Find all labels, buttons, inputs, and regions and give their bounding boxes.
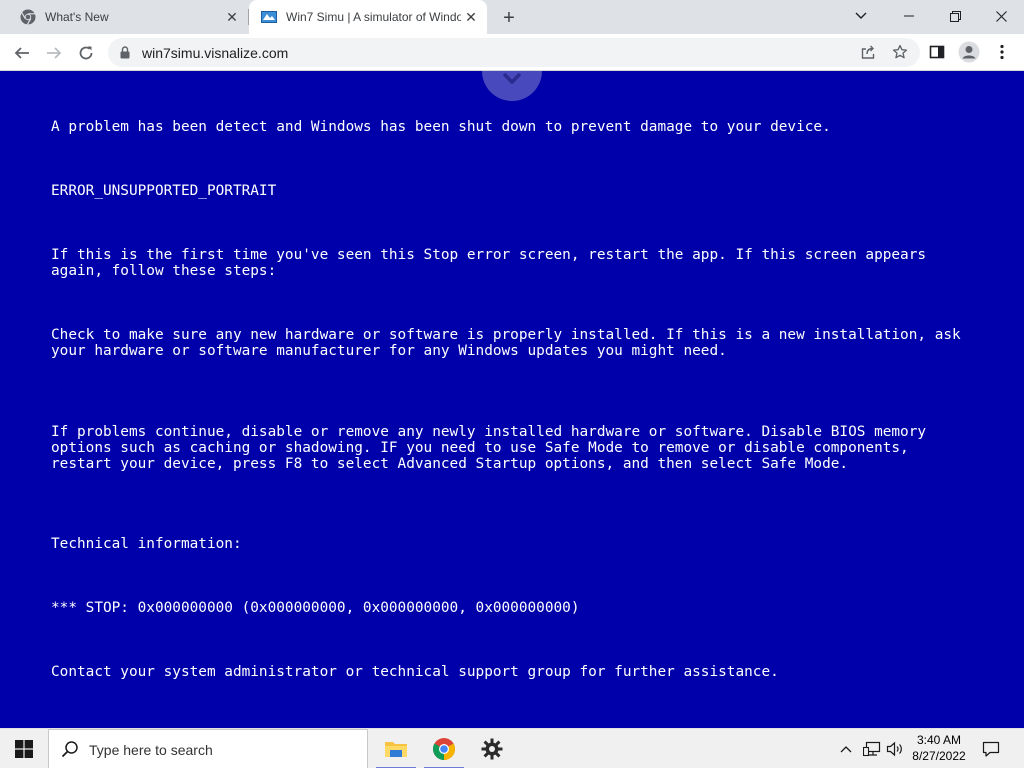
bsod-contact-text: Contact your system administrator or tec… (51, 664, 779, 680)
bsod-problems-continue-text: If problems continue, disable or remove … (51, 424, 935, 472)
browser-toolbar: win7simu.visnalize.com (0, 34, 1024, 71)
address-bar[interactable]: win7simu.visnalize.com (108, 38, 920, 67)
close-tab-icon[interactable]: ✕ (222, 7, 242, 27)
windows-logo-icon (15, 740, 33, 758)
search-placeholder: Type here to search (89, 742, 213, 758)
bsod-check-hardware-text: Check to make sure any new hardware or s… (51, 327, 970, 359)
tab-search-chevron-icon[interactable] (838, 0, 884, 32)
minimize-icon[interactable] (886, 0, 932, 32)
side-panel-icon[interactable] (925, 40, 949, 64)
clock-time: 3:40 AM (916, 733, 962, 747)
blue-screen: A problem has been detect and Windows ha… (0, 71, 1024, 728)
close-tab-icon[interactable]: ✕ (461, 7, 481, 27)
tab-whats-new[interactable]: What's New ✕ (8, 0, 248, 34)
volume-icon[interactable] (884, 729, 906, 768)
share-icon[interactable] (860, 44, 876, 65)
tab-strip: What's New ✕ Win7 Simu | A simulator of … (0, 0, 1024, 34)
file-explorer-icon[interactable] (372, 729, 420, 768)
clock-date: 8/27/2022 (912, 749, 966, 763)
notifications-icon[interactable] (978, 729, 1004, 768)
network-icon[interactable] (860, 729, 884, 768)
search-icon (61, 740, 79, 763)
more-menu-icon[interactable] (990, 40, 1014, 64)
chevron-down-icon (502, 72, 522, 84)
bsod-headline: A problem has been detect and Windows ha… (51, 119, 831, 135)
reload-icon[interactable] (73, 40, 99, 66)
scroll-down-button[interactable] (482, 71, 542, 101)
new-tab-icon[interactable]: + (498, 7, 520, 29)
chrome-favicon-icon (20, 9, 36, 25)
close-window-icon[interactable] (978, 0, 1024, 32)
restore-icon[interactable] (932, 0, 978, 32)
bsod-error-code: ERROR_UNSUPPORTED_PORTRAIT (51, 183, 277, 199)
bsod-first-time-text: If this is the first time you've seen th… (51, 247, 935, 279)
back-icon[interactable] (9, 40, 35, 66)
win7simu-favicon-icon (261, 9, 277, 25)
chrome-icon[interactable] (420, 729, 468, 768)
forward-icon[interactable] (41, 40, 67, 66)
bsod-technical-info-label: Technical information: (51, 536, 242, 552)
lock-icon[interactable] (120, 46, 130, 64)
profile-avatar-icon[interactable] (957, 40, 981, 64)
tab-title: Win7 Simu | A simulator of Windo (286, 10, 461, 24)
taskbar-search-box[interactable]: Type here to search (48, 729, 368, 768)
url-text[interactable]: win7simu.visnalize.com (142, 45, 288, 61)
tab-win7simu[interactable]: Win7 Simu | A simulator of Windo ✕ (249, 0, 487, 34)
bookmark-star-icon[interactable] (892, 44, 908, 65)
show-hidden-icons-chevron-up-icon[interactable] (836, 729, 856, 768)
bsod-stop-code: *** STOP: 0x000000000 (0x000000000, 0x00… (51, 600, 580, 616)
taskbar-clock[interactable]: 3:40 AM 8/27/2022 (906, 732, 972, 764)
taskbar: Type here to search 3:40 AM 8/27/2022 (0, 728, 1024, 768)
tab-title: What's New (45, 10, 109, 24)
start-button[interactable] (0, 729, 48, 768)
settings-icon[interactable] (468, 729, 516, 768)
